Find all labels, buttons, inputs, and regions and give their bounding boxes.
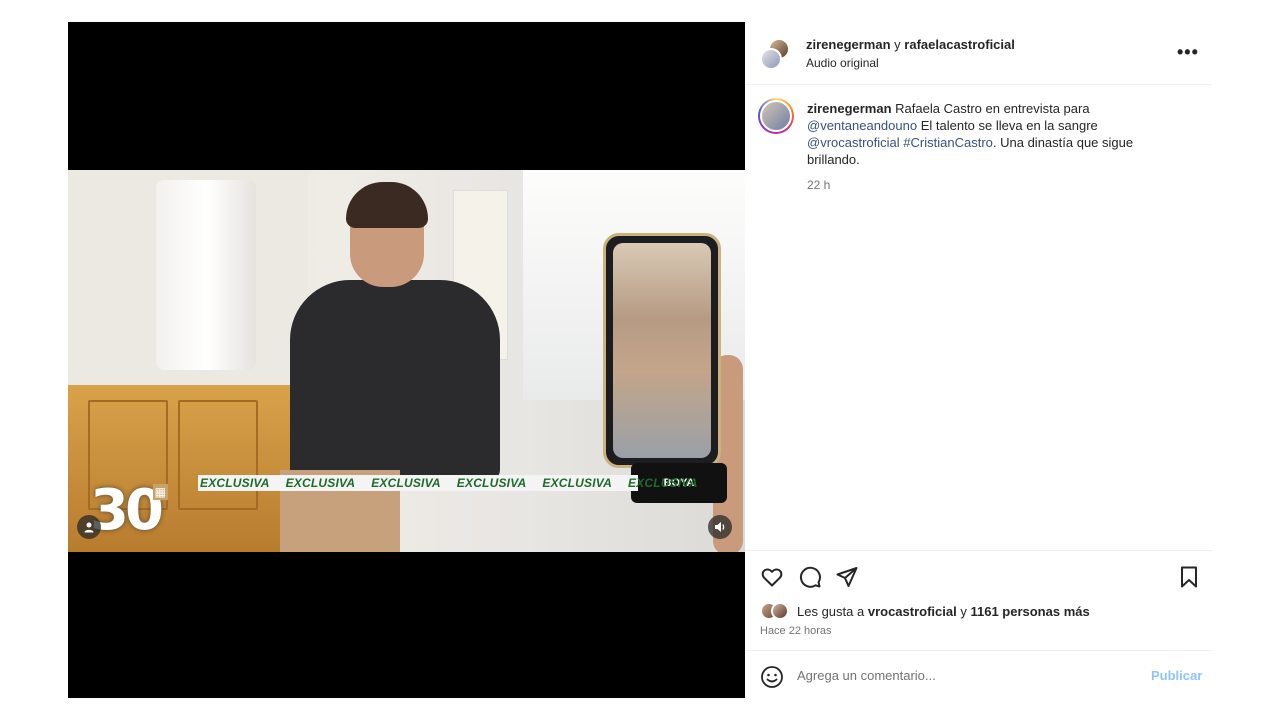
more-options-button[interactable]: ••• — [1177, 42, 1199, 63]
likes-text: Les gusta a vrocastroficial y 1161 perso… — [797, 604, 1090, 619]
phone-body — [603, 233, 721, 468]
video-scene-pipe — [156, 180, 256, 370]
media-pane[interactable]: BOYA EXCLUSIVA EXCLUSIVA EXCLUSIVA EXCLU… — [68, 22, 745, 698]
ticker-item: EXCLUSIVA — [627, 476, 698, 490]
ticker-item: EXCLUSIVA — [542, 476, 612, 490]
channel-logo-mark: ▦ — [152, 484, 168, 500]
ticker-item: EXCLUSIVA — [456, 476, 527, 490]
channel-logo-text: 30 — [90, 478, 164, 543]
avatar — [771, 602, 789, 620]
person-coat — [290, 280, 500, 480]
liker-link[interactable]: vrocastroficial — [868, 604, 957, 619]
channel-logo: 30 ▦ — [90, 478, 168, 543]
volume-icon — [715, 522, 725, 532]
post-date[interactable]: Hace 22 horas — [760, 625, 832, 637]
liker-avatars — [760, 602, 794, 622]
likes-count-link[interactable]: 1161 personas más — [970, 604, 1089, 619]
comment-icon[interactable] — [798, 565, 822, 589]
exclusiva-ticker: EXCLUSIVA EXCLUSIVA EXCLUSIVA EXCLUSIVA … — [198, 475, 697, 491]
action-bar — [745, 550, 1212, 596]
author-link[interactable]: zirenegerman — [806, 37, 891, 52]
hashtag-link[interactable]: #CristianCastro — [903, 135, 993, 150]
mention-link[interactable]: @ventaneandouno — [807, 118, 917, 133]
video-phone: BOYA — [593, 225, 743, 552]
emoji-icon[interactable] — [760, 665, 784, 689]
caption-username[interactable]: zirenegerman — [807, 101, 892, 116]
likes-prefix: Les gusta a — [797, 604, 865, 619]
heart-icon[interactable] — [760, 565, 784, 589]
bookmark-icon[interactable] — [1177, 565, 1201, 589]
collab-avatars[interactable] — [760, 38, 792, 70]
post-authors: zirenegerman y rafaelacastroficial — [806, 37, 1015, 52]
caption-time[interactable]: 22 h — [807, 178, 1196, 192]
caption-text: zirenegerman Rafaela Castro en entrevist… — [807, 100, 1147, 168]
post-header: zirenegerman y rafaelacastroficial Audio… — [745, 22, 1212, 85]
ticker-item: EXCLUSIVA — [285, 476, 356, 490]
ticker-item: EXCLUSIVA — [371, 476, 441, 490]
person-hair — [346, 182, 428, 228]
video-scene-door — [178, 400, 258, 510]
likes-summary: Les gusta a vrocastroficial y 1161 perso… — [760, 602, 1200, 622]
caption-avatar[interactable] — [758, 98, 794, 134]
author-conjunction: y — [894, 37, 901, 52]
publish-button[interactable]: Publicar — [1151, 668, 1202, 683]
user-tag-icon — [84, 522, 94, 533]
author-link[interactable]: rafaelacastroficial — [904, 37, 1015, 52]
share-icon[interactable] — [835, 565, 859, 589]
volume-button[interactable] — [708, 515, 732, 539]
phone-screen — [613, 243, 711, 458]
post-panel: zirenegerman y rafaelacastroficial Audio… — [745, 22, 1212, 698]
mention-link[interactable]: @vrocastroficial — [807, 135, 900, 150]
user-tag-button[interactable] — [77, 515, 101, 539]
likes-conj: y — [960, 604, 967, 619]
avatar[interactable] — [760, 48, 782, 70]
video-player[interactable]: BOYA EXCLUSIVA EXCLUSIVA EXCLUSIVA EXCLU… — [68, 170, 745, 552]
caption-body: Rafaela Castro en entrevista para — [895, 101, 1090, 116]
comment-input[interactable] — [797, 663, 1137, 687]
ticker-item: EXCLUSIVA — [200, 476, 270, 490]
avatar — [760, 100, 792, 132]
audio-link[interactable]: Audio original — [806, 56, 879, 70]
more-icon: ••• — [1177, 42, 1199, 62]
caption: zirenegerman Rafaela Castro en entrevist… — [745, 86, 1212, 192]
comment-bar: Publicar — [745, 650, 1212, 698]
caption-body: El talento se lleva en la sangre — [920, 118, 1098, 133]
